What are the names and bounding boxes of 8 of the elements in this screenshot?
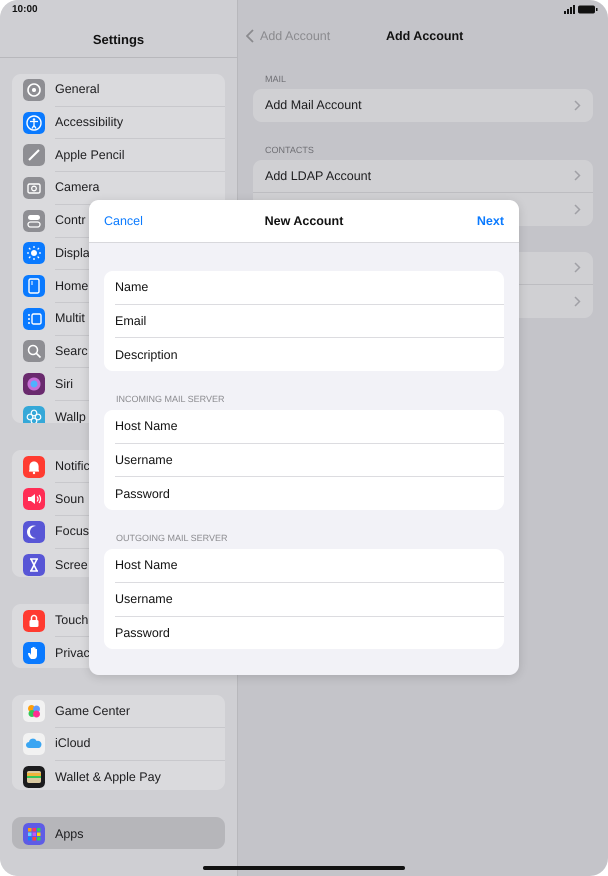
sidebar-title: Settings <box>92 32 144 47</box>
section-header: MAIL <box>265 74 286 84</box>
nav-title: Add Account <box>386 29 464 43</box>
status-time: 10:00 <box>11 3 39 17</box>
sheet-title: New Account <box>264 214 344 228</box>
section-header: OUTGOING MAIL SERVER <box>116 533 228 544</box>
section-header: INCOMING MAIL SERVER <box>116 394 225 404</box>
section-header: CONTACTS <box>265 144 314 154</box>
